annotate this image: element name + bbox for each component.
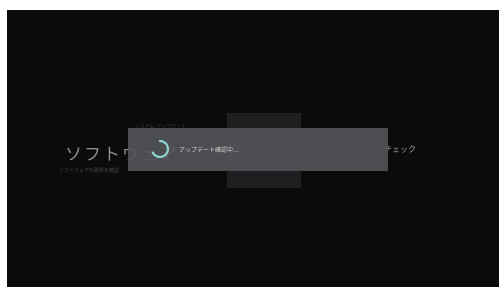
- progress-spinner-icon: [151, 139, 169, 159]
- dialog-message: アップデート確認中...: [179, 147, 239, 154]
- tv-screen: システム アップデート ソフトウェア ソフトウェアの更新を確認 チェック アップ…: [7, 10, 499, 287]
- update-check-dialog: アップデート確認中...: [128, 128, 388, 171]
- software-section-subtitle: ソフトウェアの更新を確認: [59, 168, 120, 174]
- check-option-label[interactable]: チェック: [384, 144, 416, 155]
